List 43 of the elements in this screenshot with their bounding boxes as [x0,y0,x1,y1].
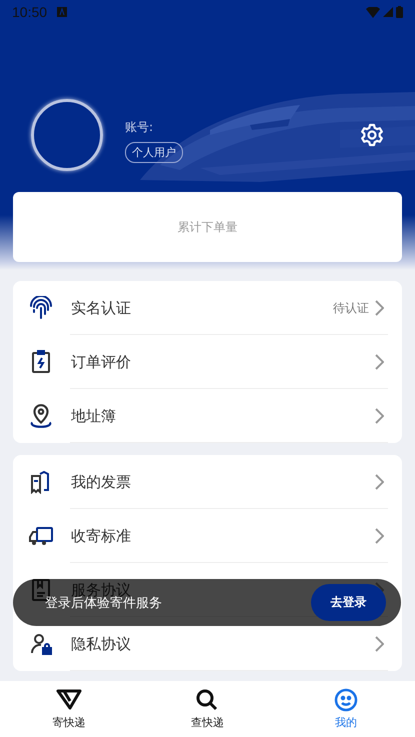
wifi-icon [366,6,380,18]
fingerprint-icon [29,296,53,320]
truck-icon [28,524,54,548]
nav-tab[interactable]: 寄快递 [0,681,138,737]
menu-item-label: 订单评价 [71,352,131,372]
settings-button[interactable] [360,123,384,147]
chevron-icon [375,408,384,424]
menu-item[interactable]: 订单评价 [13,335,402,389]
chevron-icon [375,636,384,652]
menu-item-label: 隐私协议 [71,634,131,654]
menu-item-label: 我的发票 [71,472,131,492]
menu-item-label: 收寄标准 [71,526,131,546]
status-text: 待认证 [333,300,369,316]
clipboard-bolt-icon [29,350,53,374]
triangle-filter-icon [56,688,82,712]
menu-item[interactable]: 收寄标准 [13,509,402,563]
menu-item[interactable]: 实名认证 待认证 [13,281,402,335]
nav-tab[interactable]: 我的 [276,681,415,737]
battery-icon [396,6,403,18]
chevron-icon [375,354,384,370]
chevron-icon [375,300,384,316]
user-lock-icon [29,632,53,656]
settings-icon [360,123,384,147]
status-time: 10:50 [12,4,48,20]
order-count-label: 累计下单量 [178,218,238,236]
chevron-icon [375,528,384,544]
location-pin-icon [28,403,54,429]
user-type-tag: 个人用户 [125,142,183,163]
toast-message: 登录后体验寄件服务 [45,596,162,612]
signal-icon [383,7,393,17]
menu-item-label: 服务协议 [71,580,131,598]
menu-item[interactable]: 我的发票 [13,455,402,509]
search-icon [195,688,220,712]
account-label: 账号: [125,119,154,136]
smiley-icon [334,688,358,712]
login-button[interactable]: 去登录 [311,584,386,621]
menu-item-label: 地址簿 [71,406,116,426]
menu-item[interactable]: 地址簿 [13,389,402,443]
menu-item-label: 实名认证 [71,298,131,318]
avatar[interactable] [31,99,103,171]
notification-icon [57,7,68,17]
nav-tab[interactable]: 查快递 [138,681,277,737]
chevron-icon [375,474,384,490]
